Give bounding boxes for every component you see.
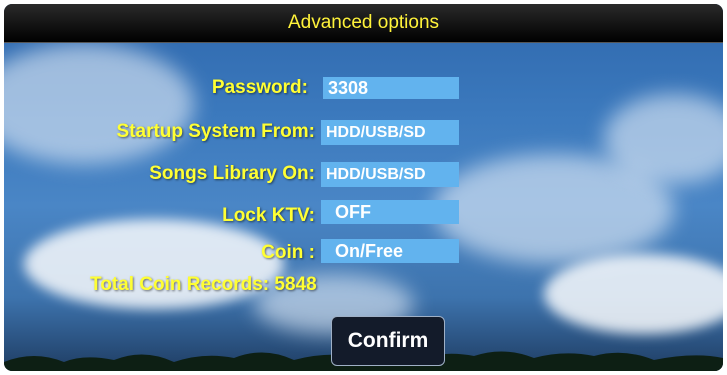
coin-label: Coin : [261,242,315,263]
total-coin-records-value: 5848 [274,274,317,295]
lock-ktv-field[interactable]: OFF [321,200,459,224]
songs-library-field[interactable]: HDD/USB/SD [321,162,459,187]
advanced-options-dialog: Advanced options Password: 3308 Startup … [4,4,723,371]
title-bar: Advanced options [4,4,723,43]
background-cloud [4,44,194,164]
coin-field[interactable]: On/Free [321,239,459,263]
lock-ktv-label: Lock KTV: [222,205,315,226]
dialog-title: Advanced options [287,12,440,33]
password-label: Password: [211,77,308,98]
total-coin-records-label: Total Coin Records: [90,274,270,295]
songs-library-label: Songs Library On: [149,163,315,184]
password-field[interactable]: 3308 [323,77,459,99]
background-cloud [544,254,723,334]
startup-system-label: Startup System From: [116,121,315,142]
total-coin-records: Total Coin Records: 5848 [90,274,317,296]
startup-system-field[interactable]: HDD/USB/SD [321,120,459,145]
confirm-button[interactable]: Confirm [331,316,445,366]
